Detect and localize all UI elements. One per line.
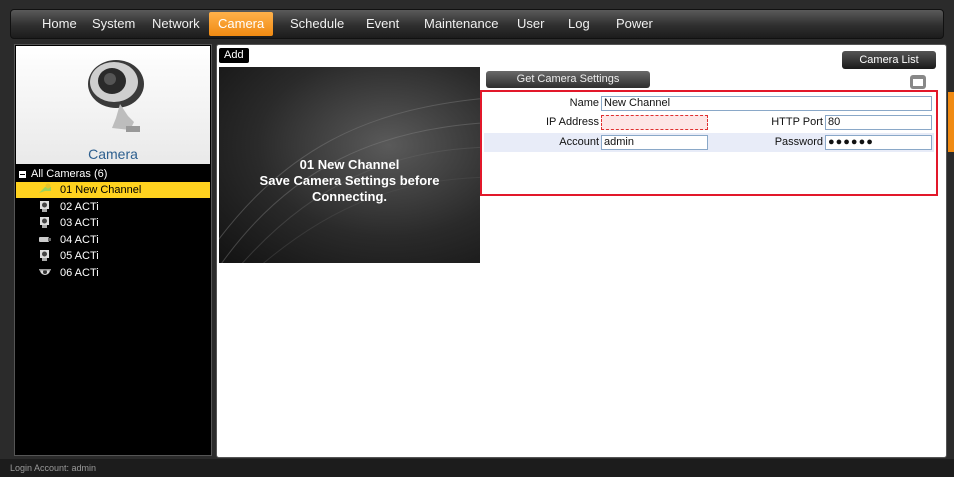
name-label: Name bbox=[569, 97, 599, 109]
http-port-field[interactable] bbox=[825, 115, 932, 130]
new-camera-icon bbox=[39, 183, 51, 193]
bullet-camera-icon bbox=[39, 237, 51, 242]
camera-preview: 01 New Channel Save Camera Settings befo… bbox=[219, 67, 480, 263]
nav-camera[interactable]: Camera bbox=[209, 12, 274, 36]
tree-item-camera-01[interactable]: 01 New Channel bbox=[16, 182, 210, 198]
tree-root-all-cameras[interactable]: All Cameras (6) bbox=[19, 168, 107, 180]
main-panel: Add Camera List 01 New Channel Save Came… bbox=[216, 44, 947, 458]
preview-message: 01 New Channel Save Camera Settings befo… bbox=[219, 157, 480, 205]
nav-maintenance[interactable]: Maintenance bbox=[415, 12, 507, 36]
tree-item-label: 05 ACTi bbox=[60, 250, 99, 262]
nav-log[interactable]: Log bbox=[559, 12, 599, 36]
nav-network[interactable]: Network bbox=[143, 12, 209, 36]
box-camera-icon bbox=[40, 217, 49, 228]
tree-item-label: 02 ACTi bbox=[60, 201, 99, 213]
nav-home[interactable]: Home bbox=[33, 12, 86, 36]
camera-settings-form: Name IP Address HTTP Port Account Passwo… bbox=[480, 90, 938, 196]
security-camera-icon bbox=[88, 60, 144, 132]
camera-hero: Camera bbox=[16, 46, 210, 164]
get-camera-settings-button[interactable]: Get Camera Settings bbox=[486, 71, 650, 88]
tree-item-camera-03[interactable]: 03 ACTi bbox=[16, 215, 210, 231]
box-camera-icon bbox=[40, 250, 49, 261]
ip-address-label: IP Address bbox=[546, 116, 599, 128]
tree-item-camera-06[interactable]: 06 ACTi bbox=[16, 265, 210, 281]
ip-address-field[interactable] bbox=[601, 115, 708, 130]
nav-user[interactable]: User bbox=[508, 12, 553, 36]
nav-system[interactable]: System bbox=[83, 12, 144, 36]
account-label: Account bbox=[559, 136, 599, 148]
tree-item-label: 04 ACTi bbox=[60, 234, 99, 246]
tab-add[interactable]: Add bbox=[219, 48, 249, 63]
preview-warning-line1: Save Camera Settings before bbox=[259, 173, 440, 188]
login-account-text: Login Account: admin bbox=[10, 463, 97, 473]
nav-event[interactable]: Event bbox=[357, 12, 408, 36]
camera-list-button[interactable]: Camera List bbox=[842, 51, 936, 69]
nav-schedule[interactable]: Schedule bbox=[281, 12, 353, 36]
collapse-icon[interactable] bbox=[19, 170, 26, 178]
password-label: Password bbox=[774, 136, 823, 148]
account-field[interactable] bbox=[601, 135, 708, 150]
tree-item-label: 01 New Channel bbox=[60, 184, 142, 196]
nav-power[interactable]: Power bbox=[607, 12, 662, 36]
camera-sidebar: Camera All Cameras (6) 01 New Channel 02… bbox=[14, 44, 212, 456]
tree-item-label: 03 ACTi bbox=[60, 217, 99, 229]
window-icon[interactable] bbox=[909, 74, 927, 90]
tree-item-camera-05[interactable]: 05 ACTi bbox=[16, 248, 210, 264]
side-panel-tab[interactable] bbox=[948, 92, 954, 152]
http-port-label: HTTP Port bbox=[771, 116, 823, 128]
password-field[interactable] bbox=[825, 135, 932, 150]
name-field[interactable] bbox=[601, 96, 932, 111]
tree-item-camera-02[interactable]: 02 ACTi bbox=[16, 199, 210, 215]
tree-item-camera-04[interactable]: 04 ACTi bbox=[16, 232, 210, 248]
preview-channel-name: 01 New Channel bbox=[299, 157, 400, 172]
sidebar-title: Camera bbox=[88, 146, 138, 162]
top-nav-bar: Home System Network Camera Schedule Even… bbox=[10, 9, 944, 39]
tree-root-label: All Cameras (6) bbox=[31, 168, 108, 180]
box-camera-icon bbox=[40, 201, 49, 212]
preview-warning-line2: Connecting. bbox=[311, 189, 388, 204]
dome-camera-icon bbox=[39, 269, 51, 275]
tree-item-label: 06 ACTi bbox=[60, 267, 99, 279]
status-bar: Login Account: admin bbox=[0, 459, 954, 477]
